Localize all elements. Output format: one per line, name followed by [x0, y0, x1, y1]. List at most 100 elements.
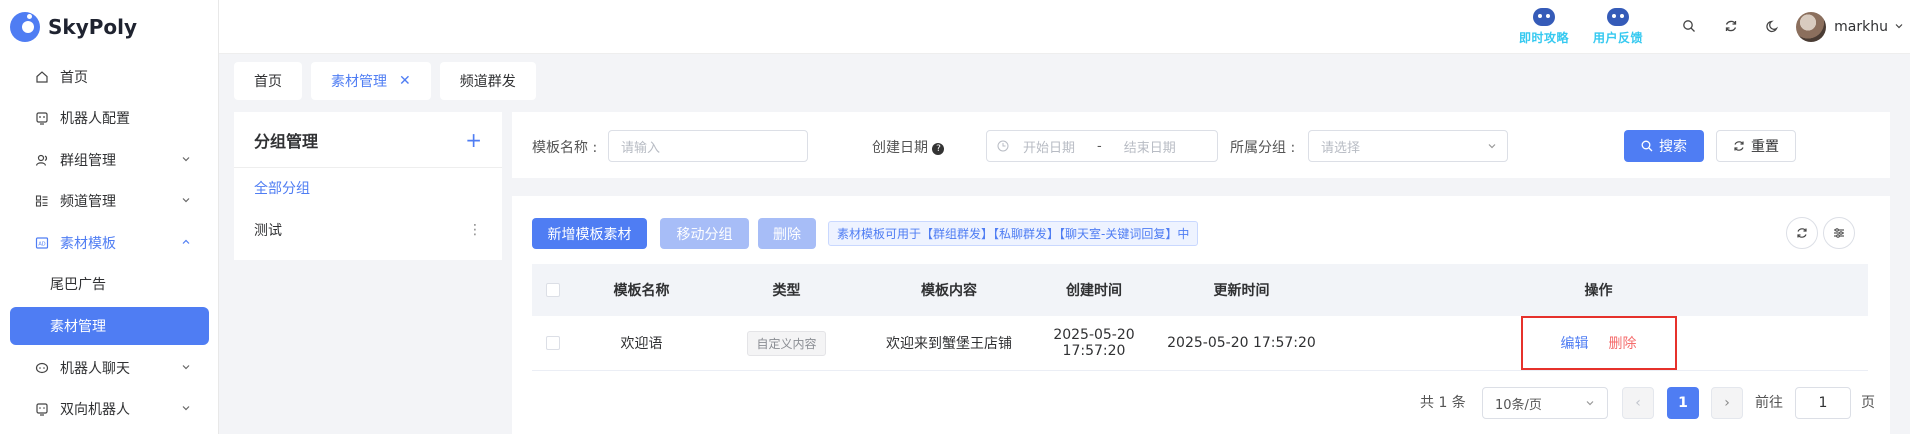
dark-mode-moon-icon[interactable]: [1764, 17, 1782, 35]
chevron-right-icon: ›: [1724, 395, 1730, 411]
search-button[interactable]: 搜索: [1624, 130, 1704, 162]
column-settings-button[interactable]: [1823, 217, 1855, 249]
page-size-select[interactable]: 10条/页: [1482, 387, 1608, 419]
chevron-down-icon: [181, 152, 191, 168]
feedback-button[interactable]: 用户反馈: [1593, 8, 1643, 46]
robot-mascot-icon: [1607, 8, 1629, 26]
two-way-robot-icon: [34, 401, 50, 417]
sidebar-item-label: 群组管理: [60, 152, 116, 169]
group-icon: [34, 152, 50, 168]
date-start-placeholder: 开始日期: [1023, 140, 1076, 156]
sidebar-item-label: 首页: [60, 69, 88, 86]
tab-home[interactable]: 首页: [234, 62, 302, 100]
goto-label: 前往: [1755, 395, 1783, 411]
batch-delete-button[interactable]: 删除: [758, 218, 816, 249]
sidebar-item-robot-chat[interactable]: 机器人聊天: [0, 347, 219, 389]
sidebar-item-label: 频道管理: [60, 194, 116, 211]
group-select-placeholder: 请选择: [1321, 140, 1361, 156]
cell-updated: 2025-05-20 17:57:20: [1167, 335, 1316, 351]
page-number-button[interactable]: 1: [1667, 387, 1699, 419]
reset-button[interactable]: 重置: [1716, 130, 1796, 162]
chat-icon: [34, 360, 50, 376]
add-group-button[interactable]: +: [465, 128, 482, 152]
next-page-button[interactable]: ›: [1711, 387, 1743, 419]
sidebar: SkyPoly 首页 机器人配置 群组管理 频道管理 AD 素材模板 尾巴广告 …: [0, 0, 219, 434]
sidebar-item-channels[interactable]: 频道管理: [0, 181, 219, 223]
avatar: [1796, 12, 1827, 42]
column-header: 模板名称: [613, 283, 670, 299]
template-icon: AD: [34, 235, 50, 251]
cell-created: 2025-05-20 17:57:20: [1053, 327, 1135, 359]
column-header: 模板内容: [921, 283, 977, 299]
cell-content: 欢迎来到蟹堡王店铺: [886, 336, 1012, 352]
app-logo[interactable]: SkyPoly: [10, 10, 137, 44]
sidebar-item-home[interactable]: 首页: [0, 56, 219, 98]
tab-material-manage[interactable]: 素材管理 ✕: [311, 62, 431, 100]
sidebar-subitem-label: 尾巴广告: [50, 277, 106, 294]
add-template-button[interactable]: 新增模板素材: [532, 218, 647, 249]
group-select-label: 所属分组 :: [1230, 140, 1296, 156]
template-name-label: 模板名称 :: [532, 140, 598, 156]
sidebar-item-groups[interactable]: 群组管理: [0, 139, 219, 181]
prev-page-button[interactable]: ‹: [1622, 387, 1654, 419]
delete-link[interactable]: 删除: [1609, 333, 1637, 353]
sidebar-item-templates[interactable]: AD 素材模板: [0, 222, 219, 264]
sidebar-subitem-tail-ads[interactable]: 尾巴广告: [0, 264, 219, 306]
table-refresh-button[interactable]: [1786, 217, 1818, 249]
more-vertical-icon[interactable]: ⋮: [468, 222, 482, 238]
move-group-button[interactable]: 移动分组: [660, 218, 749, 249]
sidebar-item-label: 机器人配置: [60, 111, 130, 128]
create-date-label-text: 创建日期: [872, 140, 928, 156]
sidebar-item-robot-config[interactable]: 机器人配置: [0, 98, 219, 140]
help-icon[interactable]: ?: [932, 143, 945, 155]
page-size-value: 10条/页: [1495, 397, 1542, 413]
robot-config-icon: [34, 110, 50, 126]
user-menu[interactable]: markhu: [1796, 12, 1904, 42]
table-panel: 新增模板素材 移动分组 删除 素材模板可用于【群组群发】【私聊群发】【聊天室-关…: [512, 196, 1890, 434]
column-header: 类型: [772, 283, 801, 299]
top-header: 即时攻略 用户反馈 markhu: [219, 0, 1910, 54]
goto-page-input[interactable]: 1: [1795, 387, 1851, 419]
feedback-label: 用户反馈: [1593, 31, 1644, 45]
template-name-input[interactable]: 请输入: [608, 130, 808, 162]
template-name-placeholder: 请输入: [621, 140, 661, 156]
template-table: 模板名称 类型 模板内容 创建时间 更新时间 操作 欢迎语 自定义内容 欢迎来到…: [532, 264, 1868, 371]
search-icon[interactable]: [1680, 17, 1698, 35]
date-range-picker[interactable]: 开始日期 - 结束日期: [986, 130, 1218, 162]
sidebar-subitem-label: 素材管理: [50, 319, 106, 335]
sidebar-item-label: 机器人聊天: [60, 360, 130, 377]
select-all-checkbox-cell: [532, 264, 574, 316]
filter-bar: 模板名称 : 请输入 创建日期 ? 开始日期 - 结束日期 所属分组 : 请选择…: [512, 112, 1890, 178]
guide-button[interactable]: 即时攻略: [1519, 8, 1569, 46]
sidebar-subitem-material-manage[interactable]: 素材管理: [10, 307, 209, 345]
chevron-down-icon: [181, 193, 191, 209]
sidebar-item-two-way-robot[interactable]: 双向机器人: [0, 389, 219, 431]
table-header-row: 模板名称 类型 模板内容 创建时间 更新时间 操作: [532, 264, 1868, 316]
page-tabs: 首页 素材管理 ✕ 频道群发: [234, 62, 536, 100]
tab-channel-broadcast[interactable]: 频道群发: [439, 62, 536, 100]
sidebar-menu: 首页 机器人配置 群组管理 频道管理 AD 素材模板 尾巴广告 素材管理 机器人…: [0, 56, 219, 430]
group-panel: 分组管理 + 全部分组 测试 ⋮: [234, 112, 502, 260]
chevron-down-icon: [1487, 141, 1497, 151]
skypoly-logo-icon: [10, 12, 40, 42]
refresh-icon[interactable]: [1722, 17, 1740, 35]
column-header: 创建时间: [1066, 283, 1122, 299]
edit-link[interactable]: 编辑: [1561, 333, 1589, 353]
select-all-checkbox[interactable]: [546, 283, 560, 297]
cell-type: 自定义内容: [709, 316, 864, 371]
create-date-label: 创建日期 ?: [872, 137, 945, 157]
group-select[interactable]: 请选择: [1308, 130, 1508, 162]
row-checkbox[interactable]: [546, 336, 560, 350]
close-icon[interactable]: ✕: [399, 73, 411, 89]
chevron-left-icon: ‹: [1635, 395, 1641, 411]
group-item-all[interactable]: 全部分组: [234, 168, 502, 208]
sidebar-item-label: 素材模板: [60, 235, 116, 252]
group-item[interactable]: 测试 ⋮: [234, 208, 502, 252]
pagination-total: 共 1 条: [1420, 395, 1466, 411]
search-button-label: 搜索: [1659, 139, 1687, 155]
chevron-down-icon: [181, 360, 191, 376]
app-name: SkyPoly: [48, 15, 138, 39]
tab-label: 首页: [254, 74, 282, 90]
chevron-down-icon: [181, 401, 191, 417]
chevron-up-icon: [181, 235, 191, 251]
